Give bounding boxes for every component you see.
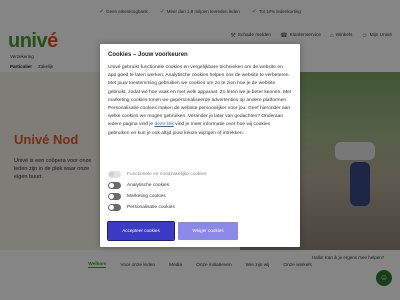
body-text: Univé gebruikt functionele cookies en ve…	[108, 65, 292, 128]
functional-switch	[108, 171, 121, 178]
toggle-label: Marketing cookies	[127, 194, 166, 199]
toggle-personalisation[interactable]: Personalisatie cookies	[108, 202, 292, 213]
privacy-link[interactable]: deze link	[155, 122, 174, 127]
toggle-label: Functionele en noodzakelijke cookies	[127, 172, 207, 177]
toggle-functional: Functionele en noodzakelijke cookies	[108, 169, 292, 180]
toggle-marketing[interactable]: Marketing cookies	[108, 191, 292, 202]
analytics-switch[interactable]	[108, 182, 121, 189]
accept-cookies-button[interactable]: Accepteer cookies	[107, 221, 175, 241]
personalisation-switch[interactable]	[108, 204, 121, 211]
cookie-toggles: Functionele en noodzakelijke cookies Ana…	[108, 169, 292, 213]
toggle-label: Personalisatie cookies	[127, 205, 175, 210]
dialog-title: Cookies – Jouw voorkeuren	[108, 52, 188, 58]
toggle-label: Analytische cookies	[127, 183, 170, 188]
cookie-dialog: Cookies – Jouw voorkeuren Univé gebruikt…	[100, 44, 300, 247]
refuse-cookies-button[interactable]: Weiger cookies	[178, 222, 238, 240]
dialog-body: Univé gebruikt functionele cookies en ve…	[108, 64, 292, 138]
dialog-actions: Accepteer cookies Weiger cookies	[107, 221, 238, 241]
marketing-switch[interactable]	[108, 193, 121, 200]
toggle-analytics[interactable]: Analytische cookies	[108, 180, 292, 191]
